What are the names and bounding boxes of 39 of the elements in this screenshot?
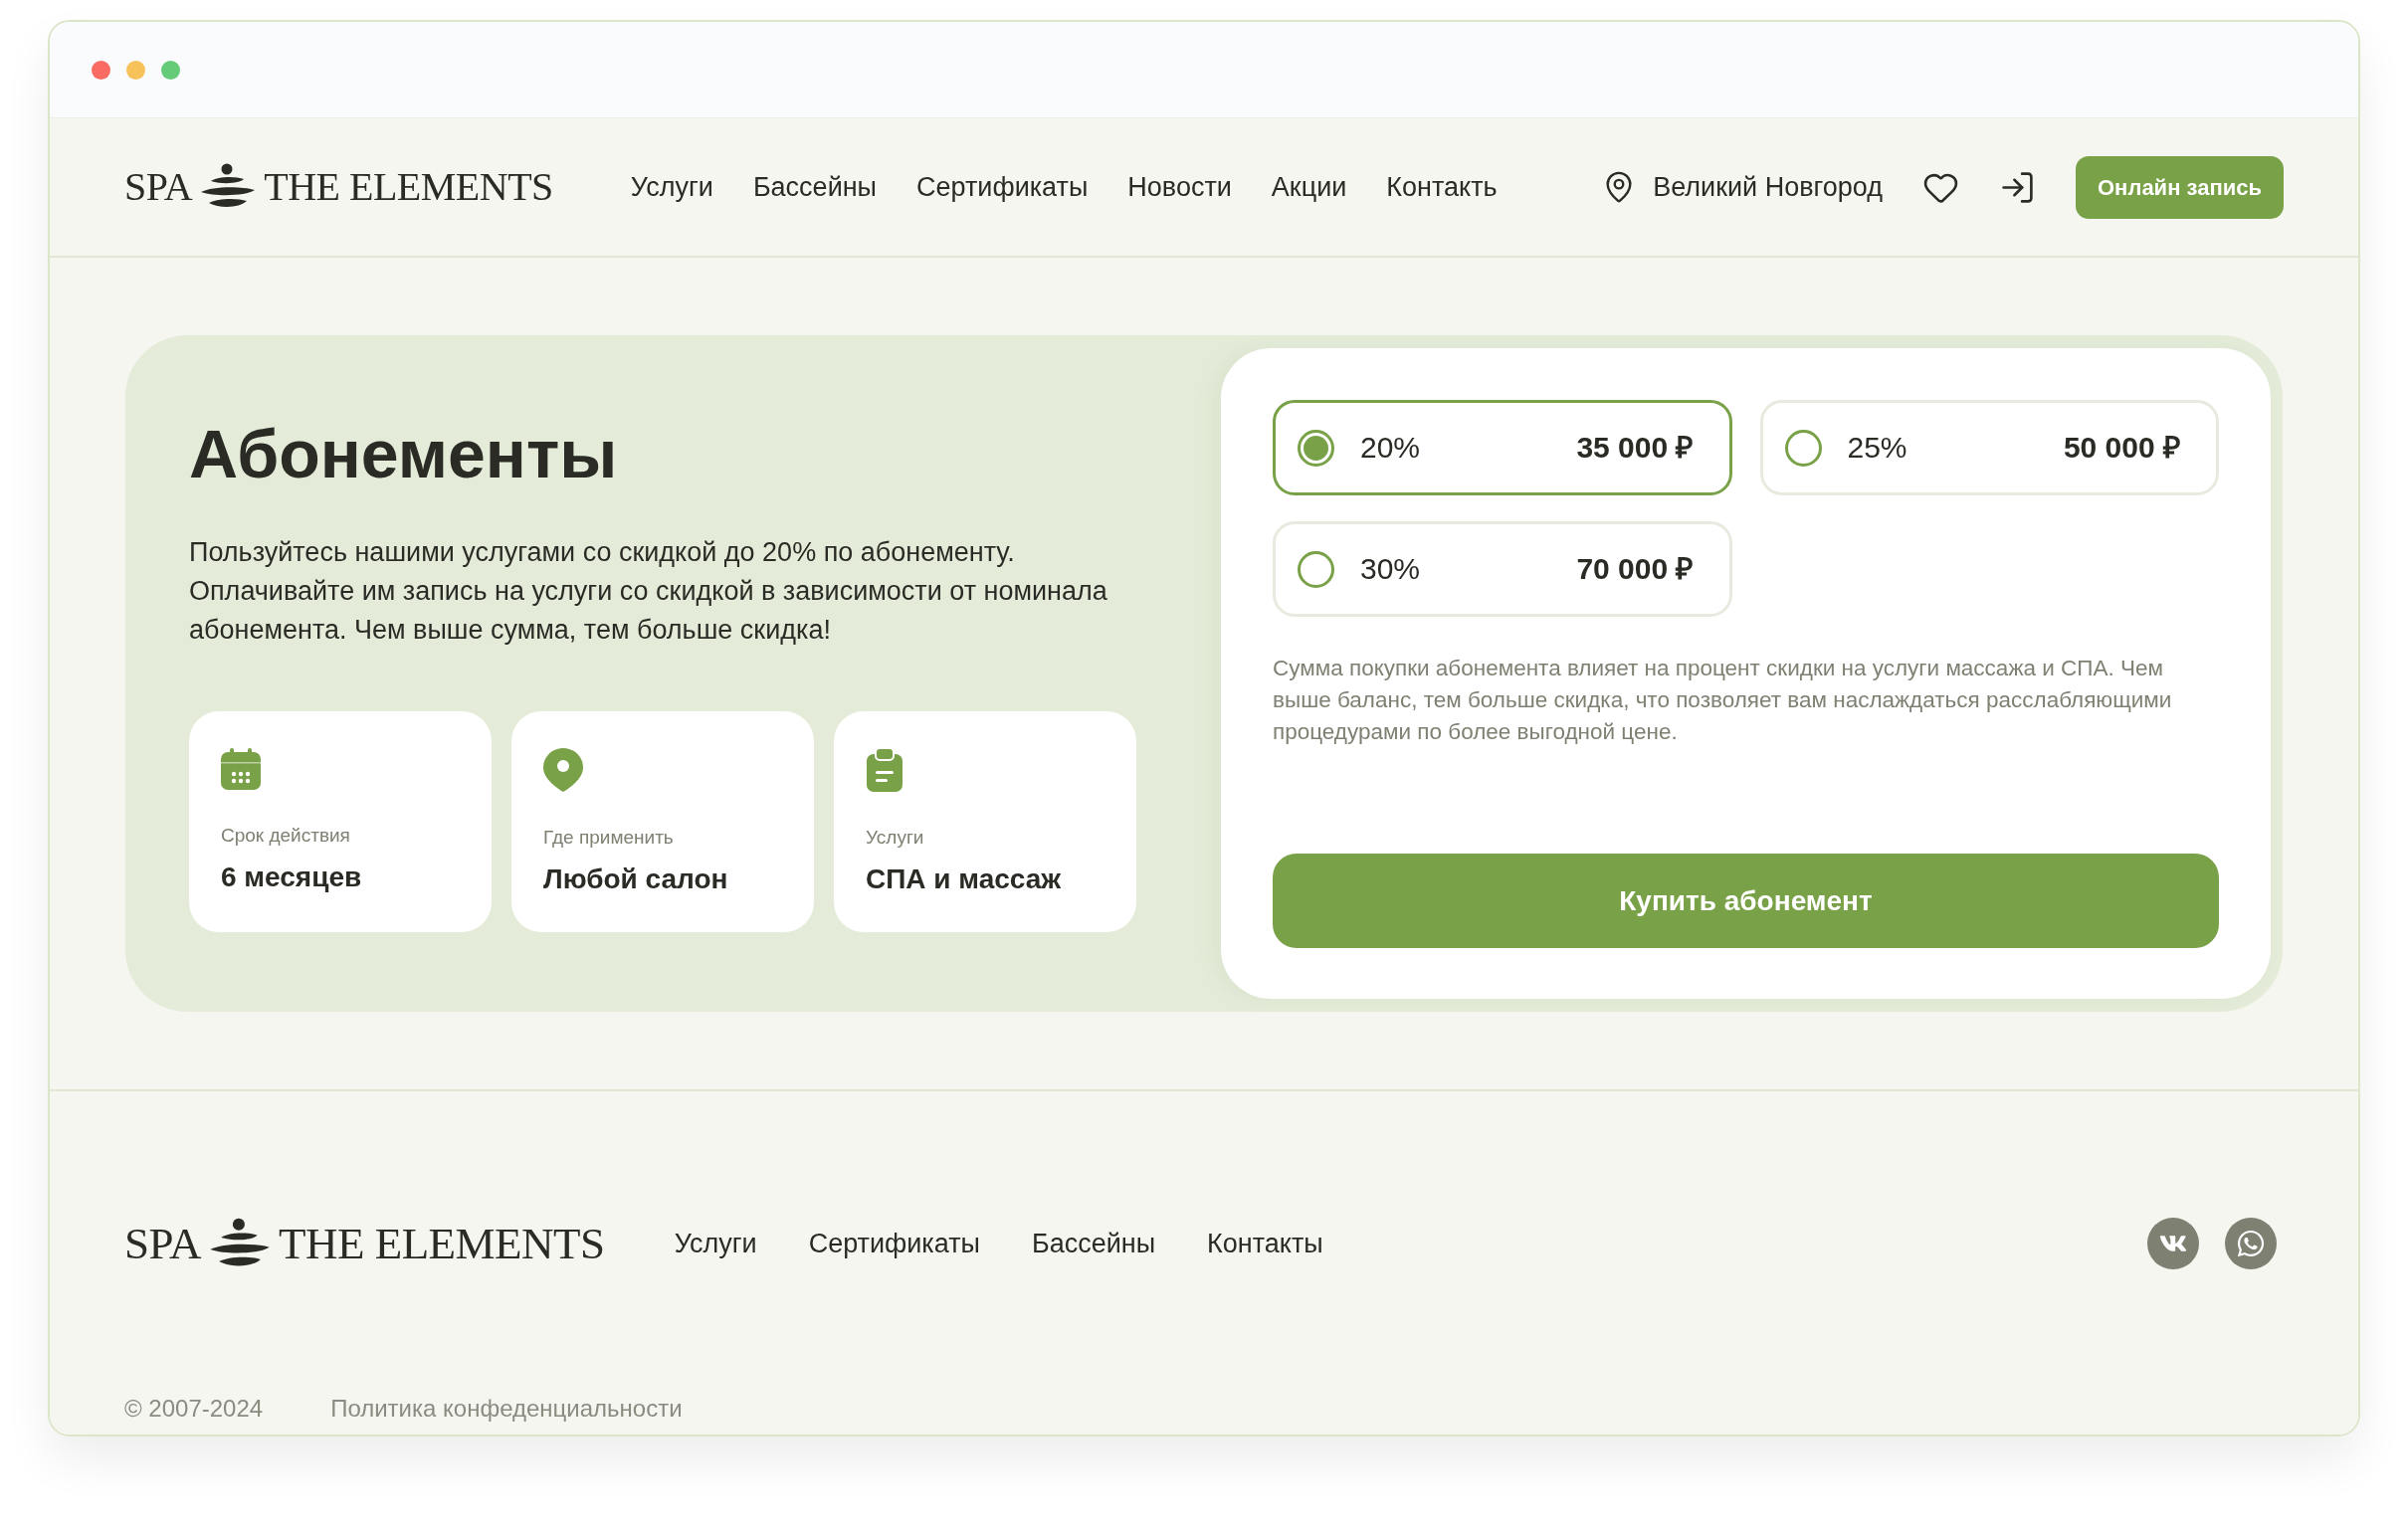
feature-value: 6 месяцев xyxy=(221,860,362,894)
nav-link[interactable]: Новости xyxy=(1127,173,1232,201)
radio-icon[interactable] xyxy=(1784,429,1822,467)
feature-value: СПА и массаж xyxy=(866,862,1062,896)
discount-option[interactable]: 25% 50 000 ₽ xyxy=(1759,400,2219,495)
footer-nav-link[interactable]: Услуги xyxy=(674,1230,757,1257)
city-selector[interactable]: Великий Новгород xyxy=(1602,170,1883,204)
logo-text: THE ELEMENTS xyxy=(264,167,553,207)
purchase-note: Сумма покупки абонемента влияет на процент скидки на услуги массажа и СПА. Чем выше баланс, тем больше скидка, что позволяет вам наслаждаться расслабляющими процедурами по более выгодной цене. xyxy=(1273,655,2173,746)
maximize-window-icon[interactable] xyxy=(161,60,180,80)
clipboard-icon xyxy=(866,747,903,792)
logo-text: SPA xyxy=(124,1221,201,1266)
minimize-window-icon[interactable] xyxy=(126,60,145,80)
discount-option[interactable]: 30% 70 000 ₽ xyxy=(1273,521,1732,617)
feature-label: Где применить xyxy=(543,825,674,850)
vk-icon[interactable] xyxy=(2147,1218,2199,1269)
close-window-icon[interactable] xyxy=(92,60,110,80)
discount-option[interactable]: 20% 35 000 ₽ xyxy=(1273,400,1732,495)
logo-text: THE ELEMENTS xyxy=(278,1221,605,1266)
copyright-text: © 2007-2024 xyxy=(124,1394,264,1423)
nav-link[interactable]: Сертификаты xyxy=(916,173,1089,201)
map-pin-icon xyxy=(543,747,583,792)
section-title: Абонементы xyxy=(189,417,619,491)
nav-link[interactable]: Акции xyxy=(1271,173,1347,201)
logo-text: SPA xyxy=(124,167,193,207)
feature-value: Любой салон xyxy=(543,862,728,896)
nav-link[interactable]: Услуги xyxy=(630,173,713,201)
chat-phone-icon[interactable] xyxy=(2225,1218,2277,1269)
feature-label: Услуги xyxy=(866,825,924,850)
footer-nav-link[interactable]: Контакты xyxy=(1207,1230,1323,1257)
footer-nav-link[interactable]: Бассейны xyxy=(1031,1230,1156,1257)
footer-nav-link[interactable]: Сертификаты xyxy=(808,1230,980,1257)
nav-link[interactable]: Контакть xyxy=(1386,173,1498,201)
calendar-icon xyxy=(221,747,261,790)
nav-link[interactable]: Бассейны xyxy=(752,173,878,201)
section-description: Пользуйтесь нашими услугами со скидкой до 20% по абонементу. Оплачивайте им запись на услуги со скидкой в зависимости от номинала абонемента. Чем выше сумма, тем больше скидка! xyxy=(189,535,1108,647)
radio-icon[interactable] xyxy=(1298,550,1334,588)
radio-icon[interactable] xyxy=(1298,429,1334,467)
feature-label: Срок действия xyxy=(221,823,350,848)
